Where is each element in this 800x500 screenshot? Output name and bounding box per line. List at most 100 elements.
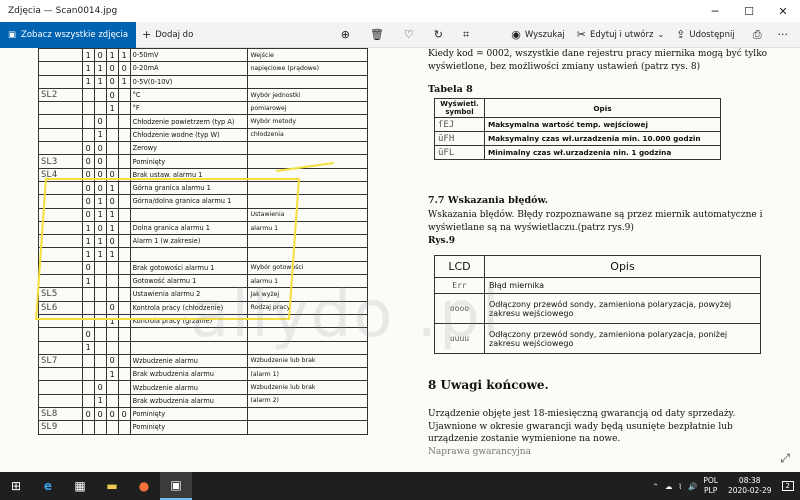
- crop-button[interactable]: ⌗: [457, 22, 475, 48]
- row-bit: 1: [105, 101, 119, 116]
- row-bit: [93, 101, 107, 116]
- row-desc: 0-50mV: [129, 48, 249, 63]
- row-code: SL8: [38, 407, 83, 422]
- table-row: SL8 0 0 0 0 Pominięty: [38, 407, 368, 422]
- row-desc: Brak wzbudzenia alarmu: [129, 393, 249, 409]
- expand-button[interactable]: ⤢: [780, 451, 790, 466]
- table-row: 1: [38, 340, 368, 355]
- row-bit: 1: [81, 48, 95, 63]
- row-group: Wybór metody: [247, 114, 368, 129]
- section8-text: Urządzenie objęte jest 18-miesięczną gwa…: [428, 409, 736, 444]
- more-button[interactable]: ···: [772, 22, 795, 48]
- row-bit: 1: [105, 367, 119, 382]
- section8-cut-text: Naprawa gwarancyjna: [428, 447, 531, 457]
- row-bit: 1: [93, 393, 107, 409]
- row-code: [38, 127, 83, 143]
- table8: Wyświetl. symbol Opis ſEJ Maksymalna war…: [434, 98, 721, 160]
- delete-button[interactable]: 🗑: [364, 22, 390, 48]
- row-bit: [105, 420, 119, 435]
- row-desc: Pominięty: [129, 407, 249, 422]
- calculator-icon: ▦: [74, 479, 86, 493]
- table-row: 0 Chłodzenie powietrzem (typ A) Wybór meto…: [38, 114, 368, 129]
- row-desc: Chłodzenie powietrzem (typ A): [129, 114, 249, 129]
- row-code: [38, 393, 83, 409]
- row-group: napięciowe (prądowe): [247, 61, 368, 76]
- row-code: [38, 101, 83, 116]
- row-bit: [117, 380, 131, 395]
- cloud-icon[interactable]: ☁: [665, 482, 673, 491]
- minimize-button[interactable]: ─: [698, 0, 732, 22]
- see-all-photos-button[interactable]: ▣ Zobacz wszystkie zdjęcia: [0, 21, 137, 48]
- row-bit: 1: [117, 48, 131, 63]
- close-icon: ✕: [778, 4, 788, 18]
- table-row: 0: [38, 327, 368, 342]
- zoom-button[interactable]: ⊕: [335, 22, 356, 48]
- row-bit: [105, 141, 119, 156]
- print-button[interactable]: ⎙: [747, 22, 768, 48]
- row-group: [247, 74, 368, 89]
- network-icon[interactable]: ⌇: [678, 482, 682, 491]
- system-tray: ⌃ ☁ ⌇ 🔊 POL PLP 08:38 2020-02-29 2: [653, 476, 800, 496]
- table8-header-desc: Opis: [484, 98, 721, 118]
- taskbar-photos[interactable]: ▣: [160, 472, 192, 500]
- taskbar-explorer[interactable]: ▬: [96, 472, 128, 500]
- yellow-highlight: [35, 178, 300, 320]
- row-bit: [81, 380, 95, 395]
- close-button[interactable]: ✕: [766, 0, 800, 22]
- table8-symbol: ſEJ: [434, 117, 485, 132]
- row-bit: [81, 87, 95, 103]
- row-code: [38, 48, 83, 63]
- image-viewer[interactable]: 1 0 1 1 0-50mV Wejście 1 1 0 0 0-20mA napięciowe (p…: [0, 48, 800, 472]
- table9: LCD Opis Err Błąd miernika oooo Odłączon…: [434, 255, 761, 354]
- row-group: chłodzenia: [247, 127, 368, 143]
- row-desc: Wzbudzenie alarmu: [129, 353, 249, 369]
- row-bit: [93, 327, 107, 342]
- row-bit: [81, 367, 95, 382]
- table9-desc: Błąd miernika: [484, 277, 761, 294]
- row-bit: 0: [93, 380, 107, 395]
- row-bit: [117, 393, 131, 409]
- search-button[interactable]: ◉ Wyszukaj: [505, 22, 571, 48]
- row-bit: [117, 327, 131, 342]
- maximize-icon: ☐: [744, 4, 754, 18]
- row-bit: 1: [93, 127, 107, 143]
- table8-header-symbol: Wyświetl. symbol: [434, 98, 485, 118]
- taskbar-calculator[interactable]: ▦: [64, 472, 96, 500]
- share-button[interactable]: ⇪ Udostępnij: [670, 22, 741, 48]
- row-group: [247, 407, 368, 422]
- volume-icon[interactable]: 🔊: [688, 482, 697, 491]
- maximize-button[interactable]: ☐: [732, 0, 766, 22]
- taskbar-edge[interactable]: e: [32, 472, 64, 500]
- table9-desc: Odłączony przewód sondy, zamieniona pola…: [484, 323, 761, 354]
- start-button[interactable]: ⊞: [0, 472, 32, 500]
- table9-header-lcd: LCD: [434, 255, 485, 278]
- chevron-down-icon: ⌄: [657, 30, 665, 39]
- row-bit: 0: [93, 141, 107, 156]
- row-group: [247, 327, 368, 342]
- minimize-icon: ─: [711, 4, 719, 18]
- row-bit: [81, 393, 95, 409]
- favorite-button[interactable]: ♡: [398, 22, 420, 48]
- row-desc: °F: [129, 101, 249, 116]
- clock-time: 08:38: [738, 476, 761, 485]
- row-bit: [81, 127, 95, 143]
- plus-icon: +: [142, 28, 152, 41]
- notifications-button[interactable]: 2: [781, 481, 794, 491]
- row-bit: 0: [105, 407, 119, 422]
- edit-create-button[interactable]: ✂ Edytuj i utwórz ⌄: [571, 22, 670, 48]
- rotate-button[interactable]: ↻: [428, 22, 449, 48]
- share-label: Udostępnij: [689, 29, 735, 40]
- row-bit: [93, 420, 107, 435]
- add-to-button[interactable]: + Dodaj do: [136, 22, 199, 48]
- language-indicator[interactable]: POL PLP: [703, 476, 718, 496]
- row-bit: [117, 87, 131, 103]
- table-row: 0 0 Zerowy: [38, 141, 368, 156]
- clock[interactable]: 08:38 2020-02-29: [728, 476, 772, 496]
- taskbar-firefox[interactable]: ●: [128, 472, 160, 500]
- more-icon: ···: [777, 28, 789, 41]
- table-row: 1 Brak wzbudzenia alarmu (alarm 2): [38, 393, 368, 409]
- search-label: Wyszukaj: [524, 29, 565, 40]
- toolbar: ▣ Zobacz wszystkie zdjęcia + Dodaj do ⊕ …: [0, 21, 800, 48]
- row-bit: [81, 420, 95, 435]
- chevron-up-icon[interactable]: ⌃: [653, 482, 659, 491]
